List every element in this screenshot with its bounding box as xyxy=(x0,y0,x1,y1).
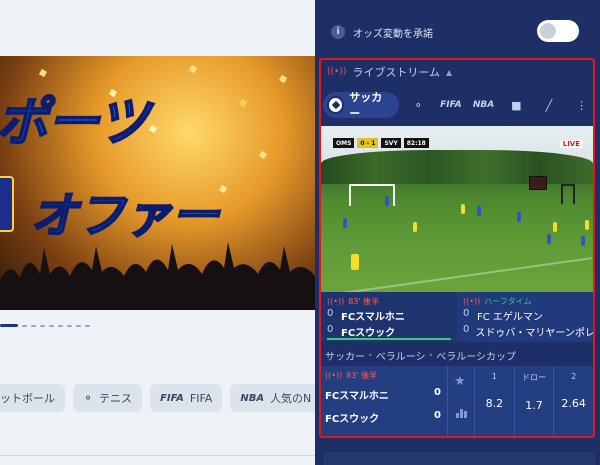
match-team-name: FCスマルホニ xyxy=(341,312,405,323)
nba-logo: NBA xyxy=(240,392,265,404)
sport-tabs: サッカー ⚬ FIFA NBA ■ ╱ ⋮ xyxy=(323,90,593,120)
live-broadcast-icon: ((•)) xyxy=(463,297,481,306)
goal-right xyxy=(561,184,575,204)
chip-football[interactable]: ットボール xyxy=(0,384,65,412)
tab-soccer[interactable]: サッカー xyxy=(323,91,399,120)
match-team-name: FC エゲルマン xyxy=(477,312,543,323)
odds-buttons: 1 8.2 ドロー 1.7 2 2.64 xyxy=(474,366,593,436)
live-stream-widget: ((•)) ライブストリーム ▲ サッカー ⚬ FIFA NBA ■ ╱ ⋮ O… xyxy=(319,58,595,438)
video-live-tag: LIVE xyxy=(559,140,583,148)
collapse-caret-icon[interactable]: ▲ xyxy=(446,68,452,77)
match-team-score: 0 xyxy=(463,308,470,319)
match-team-score: 0 xyxy=(463,324,470,335)
crowd-silhouette-icon xyxy=(0,242,315,310)
live-broadcast-icon: ((•)) xyxy=(327,67,347,77)
chip-tennis[interactable]: ⚬ テニス xyxy=(73,384,143,412)
breadcrumb-item[interactable]: ベラルーシカップ xyxy=(436,348,516,363)
soccer-ball-icon xyxy=(327,96,345,114)
odds-value: 1.7 xyxy=(525,399,543,412)
breadcrumb: サッカー • ベラルーシ • ベラルーシカップ xyxy=(321,344,593,366)
carousel-indicator[interactable] xyxy=(0,324,90,327)
bet-team-name: FCスマルホニ xyxy=(325,391,389,402)
match-status: 83' 後半 xyxy=(348,297,380,306)
bet-team-score: 0 xyxy=(434,387,441,398)
bet-row: ((•)) 83' 後半 FCスマルホニ 0 FCスウック 0 ★ 1 8.2 ドロ… xyxy=(321,366,593,436)
ice-hockey-icon[interactable]: ■ xyxy=(503,93,530,117)
scorebug: OMS 0 - 1 SVY 82:18 xyxy=(333,138,429,148)
chip-fifa-label: FIFA xyxy=(189,391,213,405)
cricket-icon[interactable]: ╱ xyxy=(536,93,563,117)
fifa-logo[interactable]: FIFA xyxy=(438,93,465,117)
promo-banner[interactable]: ポーツ オファー xyxy=(0,56,315,310)
banner-title-line2: オファー xyxy=(29,187,220,245)
banner-badge-icon xyxy=(0,176,14,232)
match-team-name: スドゥバ・マリヤーンポレ xyxy=(475,328,595,339)
divider xyxy=(0,455,315,465)
tennis-icon: ⚬ xyxy=(83,391,94,405)
stats-icon[interactable] xyxy=(456,408,468,418)
tennis-icon[interactable]: ⚬ xyxy=(405,93,432,117)
match-team-score: 0 xyxy=(327,308,334,319)
breadcrumb-item[interactable]: サッカー xyxy=(325,348,365,363)
scorebug-time: 82:18 xyxy=(403,138,429,148)
odds-change-label: オッズ変動を承諾 xyxy=(353,28,433,40)
odds-value: 8.2 xyxy=(485,397,504,410)
live-stream-title: ライブストリーム xyxy=(352,66,441,79)
odds-change-row: i オッズ変動を承諾 xyxy=(331,18,591,46)
chip-tennis-label: テニス xyxy=(99,392,133,405)
odds-header: 2 xyxy=(571,372,577,381)
nba-logo[interactable]: NBA xyxy=(470,93,497,117)
match-card[interactable]: ((•)) ハーフタイム 0 FC エゲルマン 0 スドゥバ・マリヤーンポレ xyxy=(457,292,593,342)
bet-team-score: 0 xyxy=(434,410,441,421)
chip-nba[interactable]: NBA 人気のN xyxy=(230,384,315,412)
odds-change-toggle[interactable] xyxy=(537,20,579,42)
info-icon[interactable]: i xyxy=(331,25,345,39)
chip-football-label: ットボール xyxy=(0,392,55,405)
odds-header: 1 xyxy=(491,372,497,381)
tree-line xyxy=(321,150,593,184)
scorebug-team2: SVY xyxy=(381,138,401,148)
bet-team-name: FCスウック xyxy=(325,414,380,425)
match-team-name: FCスウック xyxy=(341,328,396,339)
more-icon[interactable]: ⋮ xyxy=(568,93,593,117)
scorebug-score: 0 - 1 xyxy=(357,138,379,148)
chip-nba-label: 人気のN xyxy=(270,392,312,405)
chip-fifa[interactable]: FIFA FIFA xyxy=(150,384,223,412)
odds-value: 2.64 xyxy=(561,397,586,410)
breadcrumb-item[interactable]: ベラルーシ xyxy=(376,348,426,363)
field-scoreboard xyxy=(529,176,547,190)
odds-button-home[interactable]: 1 8.2 xyxy=(474,366,514,436)
live-broadcast-icon: ((•)) xyxy=(327,297,345,306)
match-card[interactable]: ((•)) 83' 後半 0 FCスマルホニ 0 FCスウック xyxy=(321,292,457,342)
banner-title-line1: ポーツ xyxy=(0,92,150,154)
match-status: ハーフタイム xyxy=(484,297,532,306)
tab-soccer-label: サッカー xyxy=(349,91,383,120)
fifa-logo: FIFA xyxy=(160,392,184,404)
odds-button-away[interactable]: 2 2.64 xyxy=(553,366,593,436)
odds-header: ドロー xyxy=(522,373,546,382)
sport-chips: ットボール ⚬ テニス FIFA FIFA NBA 人気のN xyxy=(0,384,315,412)
live-match-list: ((•)) 83' 後半 0 FCスマルホニ 0 FCスウック ((•)) ハーフタ… xyxy=(321,292,593,342)
betslip-panel: i オッズ変動を承諾 ((•)) ライブストリーム ▲ サッカー ⚬ FIFA … xyxy=(315,0,600,465)
live-broadcast-icon: ((•)) xyxy=(325,371,343,380)
main-content: ポーツ オファー ットボール ⚬ テニス FIFA FIFA NBA 人気のN xyxy=(0,0,315,465)
live-stream-header[interactable]: ((•)) ライブストリーム ▲ xyxy=(327,64,452,80)
scorebug-team1: OMS xyxy=(333,138,355,148)
favorite-star-icon[interactable]: ★ xyxy=(454,374,466,389)
next-section-header xyxy=(323,452,595,465)
live-video-player[interactable]: OMS 0 - 1 SVY 82:18 LIVE xyxy=(321,126,593,292)
bet-match-info[interactable]: ((•)) 83' 後半 FCスマルホニ 0 FCスウック 0 xyxy=(321,366,445,436)
bet-match-status: 83' 後半 xyxy=(346,371,378,380)
match-team-score: 0 xyxy=(327,324,334,335)
odds-button-draw[interactable]: ドロー 1.7 xyxy=(513,366,554,436)
